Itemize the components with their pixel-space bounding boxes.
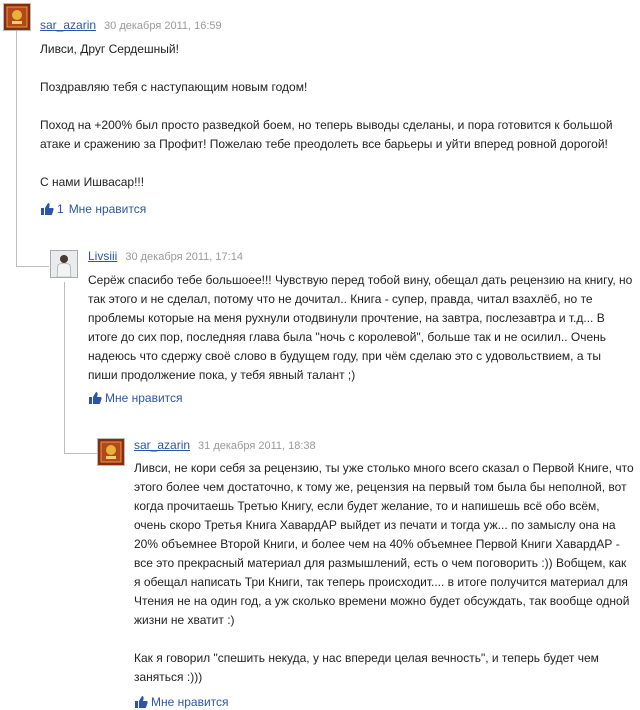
person-photo-icon bbox=[51, 251, 77, 277]
thumbs-up-icon[interactable] bbox=[88, 391, 102, 405]
comment-paragraph: Ливси, Друг Сердешный! bbox=[40, 42, 179, 56]
comment-paragraph: Поздравляю тебя с наступающим новым годо… bbox=[40, 80, 308, 94]
comment-paragraph: Ливси, не кори себя за рецензию, ты уже … bbox=[134, 461, 634, 627]
thumbs-up-icon[interactable] bbox=[134, 695, 148, 709]
like-bar: 1 Мне нравится bbox=[40, 201, 146, 217]
like-button[interactable]: Мне нравится bbox=[151, 695, 229, 709]
thumbs-up-icon[interactable] bbox=[40, 202, 54, 216]
comment-text: Ливси, Друг Сердешный! Поздравляю тебя с… bbox=[40, 40, 630, 192]
author-link[interactable]: sar_azarin bbox=[134, 438, 190, 452]
comment-date: 30 декабря 2011, 16:59 bbox=[104, 20, 222, 32]
comment-text: Ливси, не кори себя за рецензию, ты уже … bbox=[134, 459, 634, 687]
author-link[interactable]: Livsiii bbox=[88, 249, 117, 263]
comment-paragraph: Серёж спасибо тебе большоее!!! Чувствую … bbox=[88, 273, 633, 382]
avatar[interactable] bbox=[50, 250, 78, 278]
like-bar: Мне нравится bbox=[134, 694, 229, 710]
comment-text: Серёж спасибо тебе большоее!!! Чувствую … bbox=[88, 271, 633, 385]
comment-date: 30 декабря 2011, 17:14 bbox=[125, 251, 243, 263]
emblem-avatar-icon bbox=[4, 4, 30, 30]
comment-paragraph: С нами Ишвасар!!! bbox=[40, 175, 145, 189]
comment-paragraph: Поход на +200% был просто разведкой боем… bbox=[40, 118, 613, 151]
avatar[interactable] bbox=[3, 3, 31, 31]
author-link[interactable]: sar_azarin bbox=[40, 18, 96, 32]
like-bar: Мне нравится bbox=[88, 390, 183, 406]
like-count: 1 bbox=[57, 202, 64, 216]
emblem-avatar-icon bbox=[98, 439, 124, 465]
avatar[interactable] bbox=[97, 438, 125, 466]
comment-paragraph: Как я говорил "спешить некуда, у нас впе… bbox=[134, 651, 599, 684]
comment-date: 31 декабря 2011, 18:38 bbox=[198, 440, 316, 452]
like-button[interactable]: Мне нравится bbox=[105, 391, 183, 405]
like-button[interactable]: Мне нравится bbox=[69, 202, 147, 216]
